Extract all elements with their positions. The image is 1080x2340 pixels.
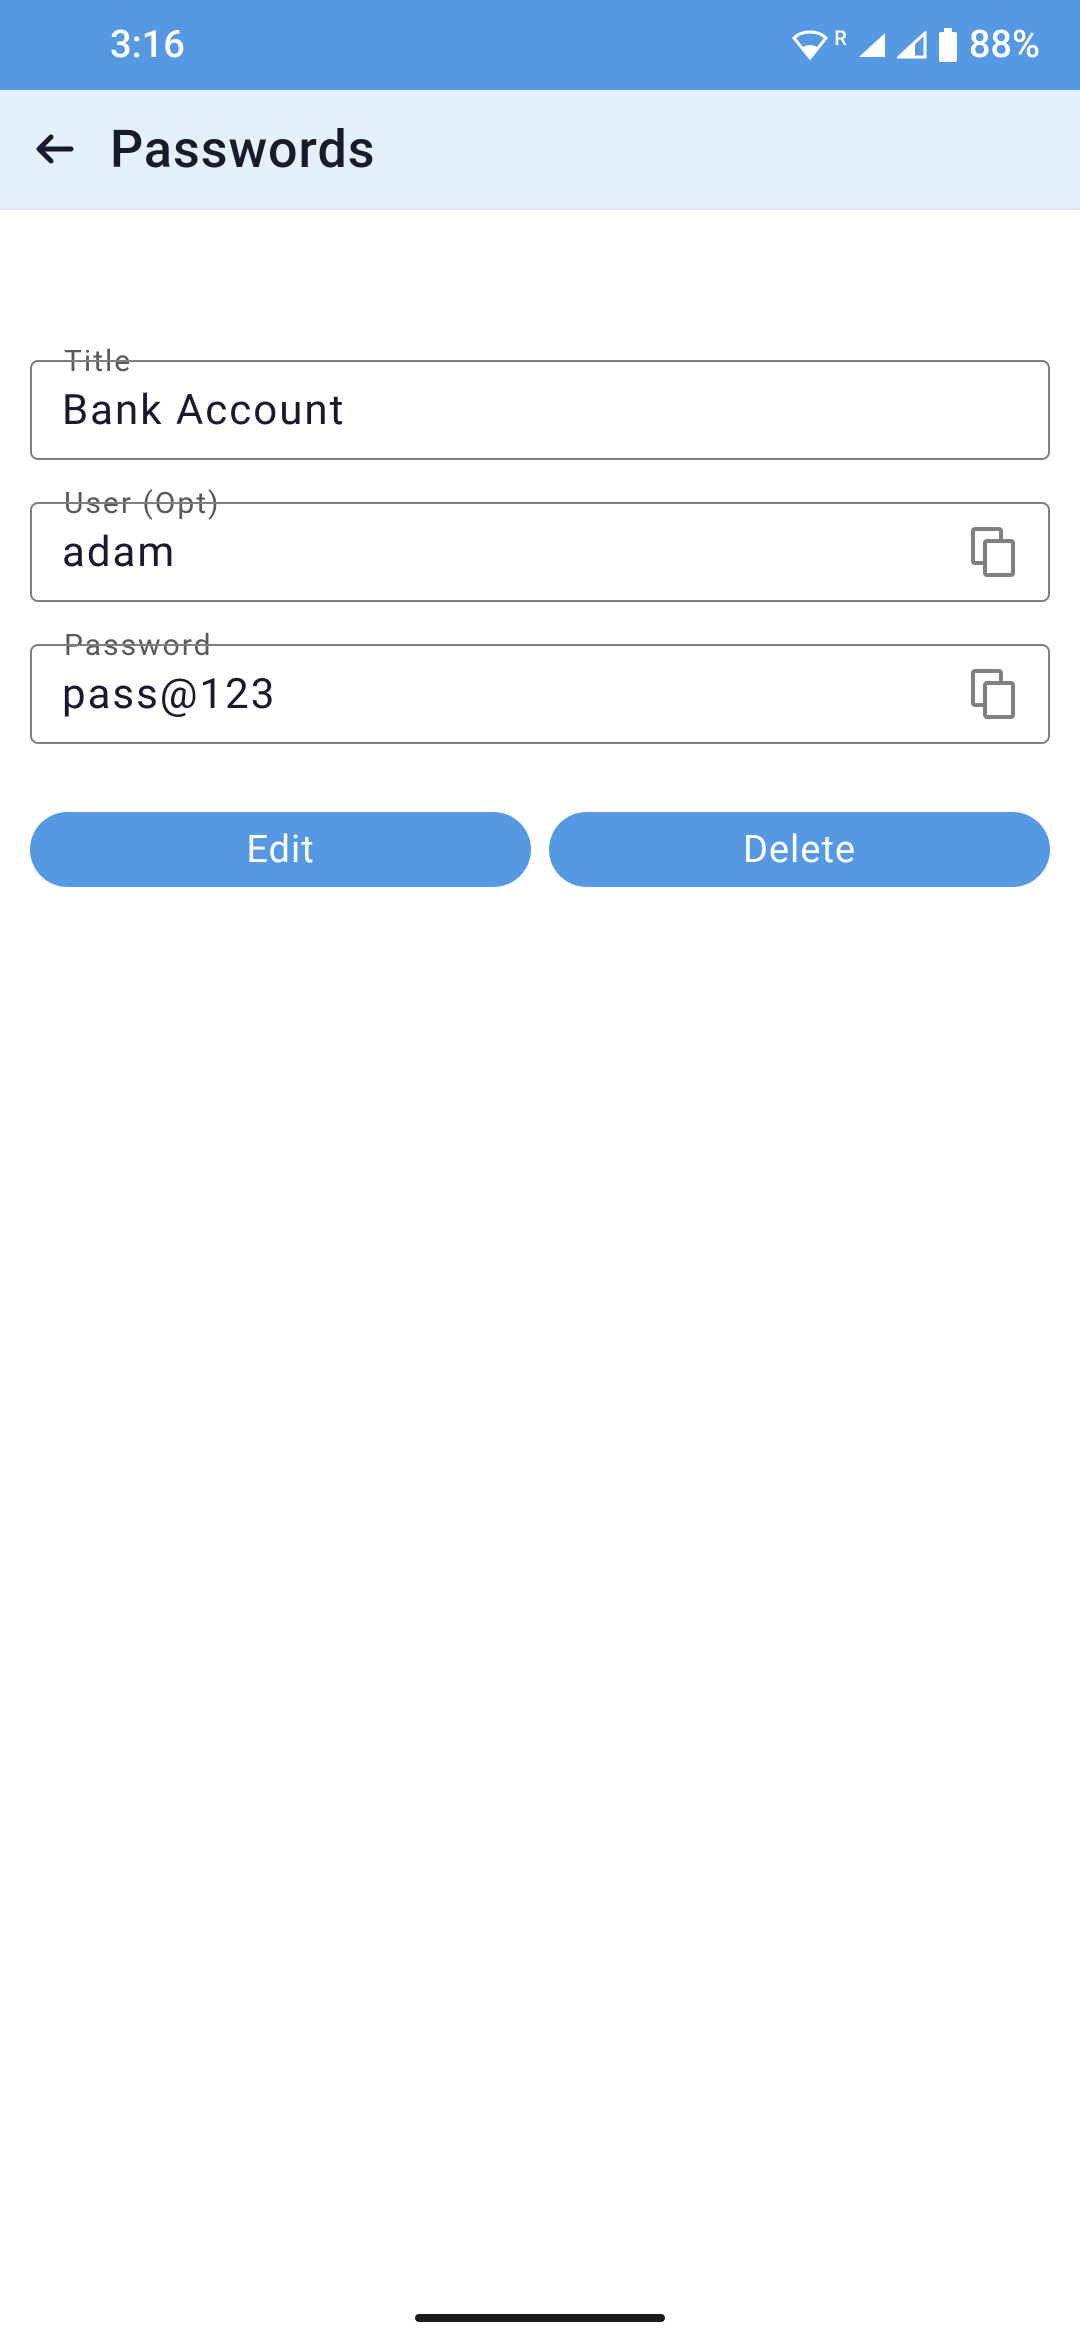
signal-icon-2 [897,31,927,59]
status-time: 3:16 [110,23,185,67]
content-area: Title Bank Account User (Opt) adam Passw… [0,210,1080,887]
user-field-group: User (Opt) adam [30,502,1050,602]
password-field-group: Password pass@123 [30,644,1050,744]
title-field-value: Bank Account [62,386,1018,435]
password-field-value: pass@123 [62,670,968,719]
title-field[interactable]: Bank Account [30,360,1050,460]
copy-icon [971,669,1015,719]
status-right: R 88% [792,23,1040,67]
copy-user-button[interactable] [968,527,1018,577]
copy-password-button[interactable] [968,669,1018,719]
copy-icon [971,527,1015,577]
title-field-group: Title Bank Account [30,360,1050,460]
roaming-indicator: R [834,26,847,50]
arrow-left-icon [33,127,77,171]
user-field-value: adam [62,528,968,577]
battery-percent: 88% [969,23,1040,67]
app-bar: Passwords [0,90,1080,210]
navigation-handle[interactable] [415,2314,665,2322]
password-field[interactable]: pass@123 [30,644,1050,744]
battery-icon [937,28,959,62]
button-row: Edit Delete [30,812,1050,887]
status-bar: 3:16 R 88% [0,0,1080,90]
back-button[interactable] [30,124,80,174]
wifi-icon [792,30,828,60]
user-field[interactable]: adam [30,502,1050,602]
signal-icon-1 [857,31,887,59]
page-title: Passwords [110,119,376,180]
delete-button[interactable]: Delete [549,812,1050,887]
edit-button[interactable]: Edit [30,812,531,887]
